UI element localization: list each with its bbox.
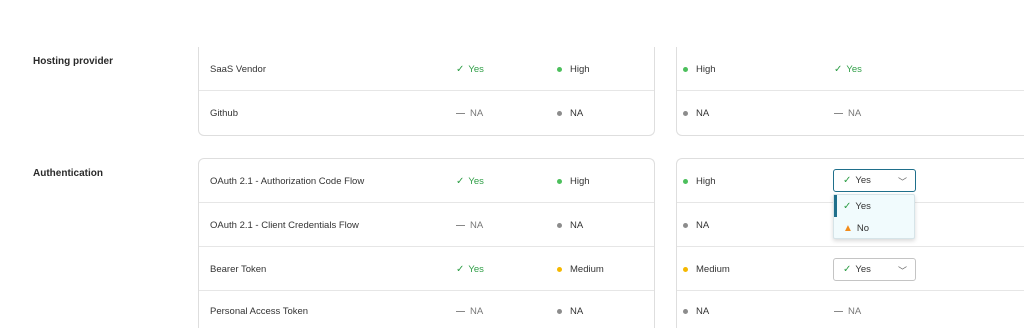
- chevron-down-icon: ﹀: [897, 266, 907, 276]
- support-dropdown-menu: ✓ Yes ▲ No: [833, 194, 915, 239]
- warning-icon: ▲: [843, 222, 853, 234]
- support-status: ✓ Yes: [456, 63, 484, 75]
- table-row: Personal Access Token NA NA: [199, 291, 654, 328]
- hosting-right-card: High ✓ Yes NA NA: [676, 47, 1024, 136]
- table-row: Github NA NA: [199, 91, 654, 135]
- check-icon: ✓: [843, 175, 852, 186]
- level-status: Medium: [683, 247, 730, 291]
- dot-icon: [683, 308, 688, 314]
- dot-icon: [683, 222, 688, 228]
- check-icon: ✓: [843, 200, 852, 212]
- dot-icon: [683, 110, 688, 116]
- support-status: ✓ Yes: [834, 63, 862, 75]
- level-status: NA: [557, 289, 583, 328]
- table-row: High ✓ Yes: [677, 47, 1024, 91]
- check-icon: ✓: [843, 264, 852, 275]
- dash-icon: [456, 224, 465, 226]
- table-row: Bearer Token ✓ Yes Medium: [199, 247, 654, 291]
- check-icon: ✓: [456, 63, 465, 75]
- dash-icon: [456, 310, 465, 312]
- dot-icon: [683, 178, 688, 184]
- support-status: NA: [834, 91, 861, 135]
- support-status: NA: [456, 289, 483, 328]
- dot-icon: [557, 308, 562, 314]
- level-status: Medium: [557, 247, 604, 291]
- section-label-hosting: Hosting provider: [33, 56, 114, 67]
- dropdown-option-yes[interactable]: ✓ Yes: [834, 195, 914, 217]
- level-status: High: [683, 159, 716, 203]
- dash-icon: [834, 310, 843, 312]
- support-status: ✓ Yes: [456, 263, 484, 275]
- support-status: NA: [834, 289, 861, 328]
- hosting-left-card: SaaS Vendor ✓ Yes High Github NA NA: [198, 47, 655, 136]
- table-row: NA NA: [677, 291, 1024, 328]
- level-status: NA: [683, 91, 709, 135]
- level-status: NA: [683, 203, 709, 247]
- select-value: Yes: [855, 175, 871, 186]
- dash-icon: [834, 112, 843, 114]
- row-name: OAuth 2.1 - Authorization Code Flow: [210, 175, 365, 187]
- check-icon: ✓: [456, 175, 465, 187]
- dot-icon: [557, 110, 562, 116]
- level-status: High: [683, 47, 716, 91]
- table-row: SaaS Vendor ✓ Yes High: [199, 47, 654, 91]
- dropdown-option-no[interactable]: ▲ No: [834, 217, 914, 239]
- dot-icon: [557, 178, 562, 184]
- dot-icon: [557, 66, 562, 72]
- support-status: ✓ Yes: [456, 175, 484, 187]
- dot-icon: [557, 266, 562, 272]
- support-select-bearer-token[interactable]: ✓ Yes ﹀: [833, 258, 916, 281]
- row-name: Github: [210, 107, 238, 119]
- check-icon: ✓: [456, 263, 465, 275]
- select-value: Yes: [855, 264, 871, 275]
- check-icon: ✓: [834, 63, 843, 75]
- row-name: SaaS Vendor: [210, 63, 266, 75]
- support-status: NA: [456, 203, 483, 247]
- dot-icon: [683, 66, 688, 72]
- level-status: NA: [557, 203, 583, 247]
- support-select-oauth-code-flow[interactable]: ✓ Yes ﹀: [833, 169, 916, 192]
- chevron-down-icon: ﹀: [897, 177, 907, 187]
- auth-left-card: OAuth 2.1 - Authorization Code Flow ✓ Yes…: [198, 158, 655, 328]
- level-status: NA: [557, 91, 583, 135]
- dash-icon: [456, 112, 465, 114]
- level-status: NA: [683, 289, 709, 328]
- row-name: OAuth 2.1 - Client Credentials Flow: [210, 219, 359, 231]
- table-row: OAuth 2.1 - Client Credentials Flow NA N…: [199, 203, 654, 247]
- dot-icon: [683, 266, 688, 272]
- level-status: High: [557, 47, 590, 91]
- table-row: NA NA: [677, 91, 1024, 135]
- level-status: High: [557, 159, 590, 203]
- support-status: NA: [456, 91, 483, 135]
- dot-icon: [557, 222, 562, 228]
- row-name: Bearer Token: [210, 263, 267, 275]
- section-label-authentication: Authentication: [33, 168, 103, 179]
- row-name: Personal Access Token: [210, 305, 309, 317]
- table-row: OAuth 2.1 - Authorization Code Flow ✓ Yes…: [199, 159, 654, 203]
